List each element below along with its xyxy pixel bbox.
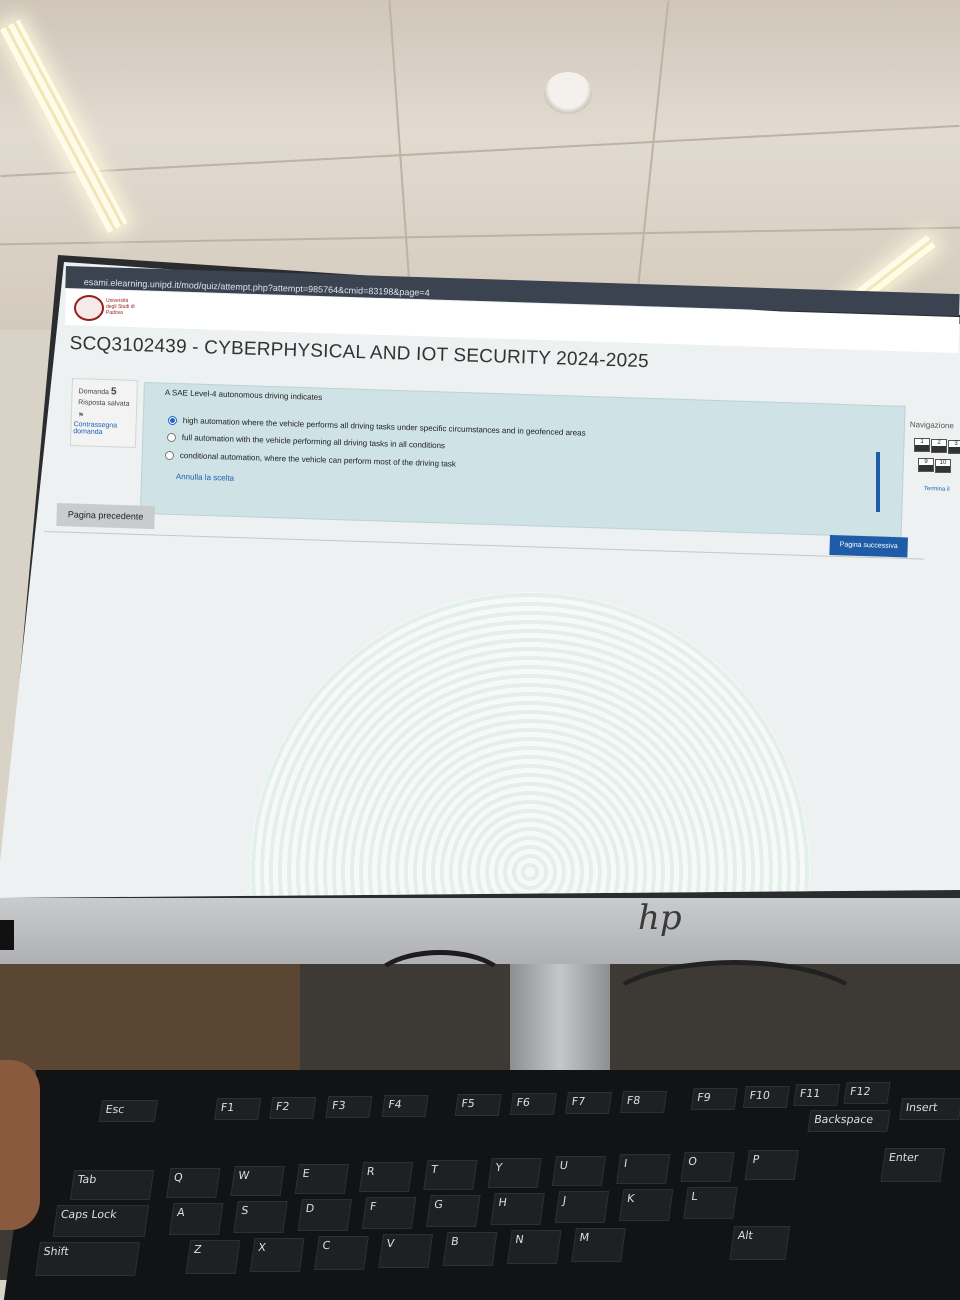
option-radio-3[interactable] [165,451,174,460]
key-f12: F12 [843,1082,891,1104]
option-radio-1[interactable] [168,416,177,425]
key-f1: F1 [214,1098,262,1120]
nav-question-2[interactable]: 2 [931,439,947,453]
key-t: T [423,1160,478,1190]
university-logo[interactable] [74,295,104,321]
key-enter: Enter [880,1148,946,1182]
key-l: L [683,1187,738,1219]
key-f6: F6 [509,1093,557,1115]
finish-attempt-link[interactable]: Termina il [924,486,950,493]
key-i: I [616,1154,671,1184]
screen-moire [250,592,810,898]
key-insert: Insert [899,1098,960,1120]
key-backspace: Backspace [807,1110,891,1132]
key-f2: F2 [269,1097,317,1119]
ceiling-grid-line [0,124,960,178]
key-g: G [426,1195,481,1227]
key-r: R [359,1162,414,1192]
navigation-title: Navigazione [909,420,955,431]
next-page-button[interactable]: Pagina successiva [829,535,908,558]
key-shift: Shift [35,1242,140,1276]
key-f9: F9 [690,1088,738,1110]
key-f3: F3 [325,1096,373,1118]
answer-status: Risposta salvata [78,399,130,408]
question-number: 5 [110,386,117,398]
cable [600,960,870,1060]
key-d: D [297,1199,353,1231]
key-tab: Tab [69,1170,155,1200]
key-x: X [249,1238,305,1272]
key-y: Y [487,1158,542,1188]
flag-question-link[interactable]: Contrassegna domanda [73,421,133,437]
key-h: H [490,1193,545,1225]
nav-question-1[interactable]: 1 [914,438,930,452]
nav-question-10[interactable]: 10 [935,459,951,473]
key-a: A [168,1203,224,1235]
ceiling-light [0,19,128,234]
key-s: S [233,1201,288,1233]
key-caps-lock: Caps Lock [52,1205,150,1237]
ceiling-grid-line [632,0,670,330]
key-p: P [744,1150,799,1180]
key-n: N [506,1230,562,1264]
key-f8: F8 [620,1091,668,1113]
key-e: E [294,1164,349,1194]
sticker [0,920,14,950]
key-w: W [230,1166,285,1196]
key-j: J [554,1191,610,1223]
key-o: O [680,1152,735,1182]
key-v: V [378,1234,434,1268]
key-f7: F7 [564,1092,613,1114]
flag-icon[interactable]: ⚑ [78,411,85,419]
key-f11: F11 [793,1084,841,1106]
nav-question-9[interactable]: 9 [918,458,934,472]
key-alt: Alt [729,1226,791,1260]
previous-page-button[interactable]: Pagina precedente [56,503,155,530]
keyboard: Esc F1 F2 F3 F4 F5 F6 F7 F8 F9 F10 F11 F… [3,1070,960,1300]
smoke-detector [544,72,592,114]
key-b: B [442,1232,498,1266]
key-m: M [571,1228,626,1262]
key-f4: F4 [381,1095,429,1117]
key-z: Z [185,1240,241,1274]
university-logo-text: Università degli Studi di Padova [106,298,135,316]
option-radio-2[interactable] [167,433,176,442]
cable [370,950,510,1020]
key-f5: F5 [454,1094,502,1116]
hp-logo: hp [638,898,682,938]
key-c: C [314,1236,369,1270]
key-k: K [618,1189,674,1221]
key-q: Q [166,1168,221,1198]
key-f: F [361,1197,417,1229]
hand [0,1060,40,1230]
key-f10: F10 [742,1086,790,1108]
monitor-stand [510,964,610,1074]
wall-panel [0,964,300,1084]
key-u: U [551,1156,607,1186]
key-esc: Esc [98,1100,158,1122]
nav-question-3[interactable]: 3 [948,440,960,454]
question-scrollbar[interactable] [876,452,880,512]
question-label: Domanda [78,388,110,397]
clear-choice-link[interactable]: Annulla la scelta [176,472,235,483]
monitor-bottom-bezel [0,898,960,964]
ceiling-grid-line [0,226,960,246]
question-info-box: Domanda 5 Risposta salvata ⚑ Contrassegn… [69,378,138,449]
